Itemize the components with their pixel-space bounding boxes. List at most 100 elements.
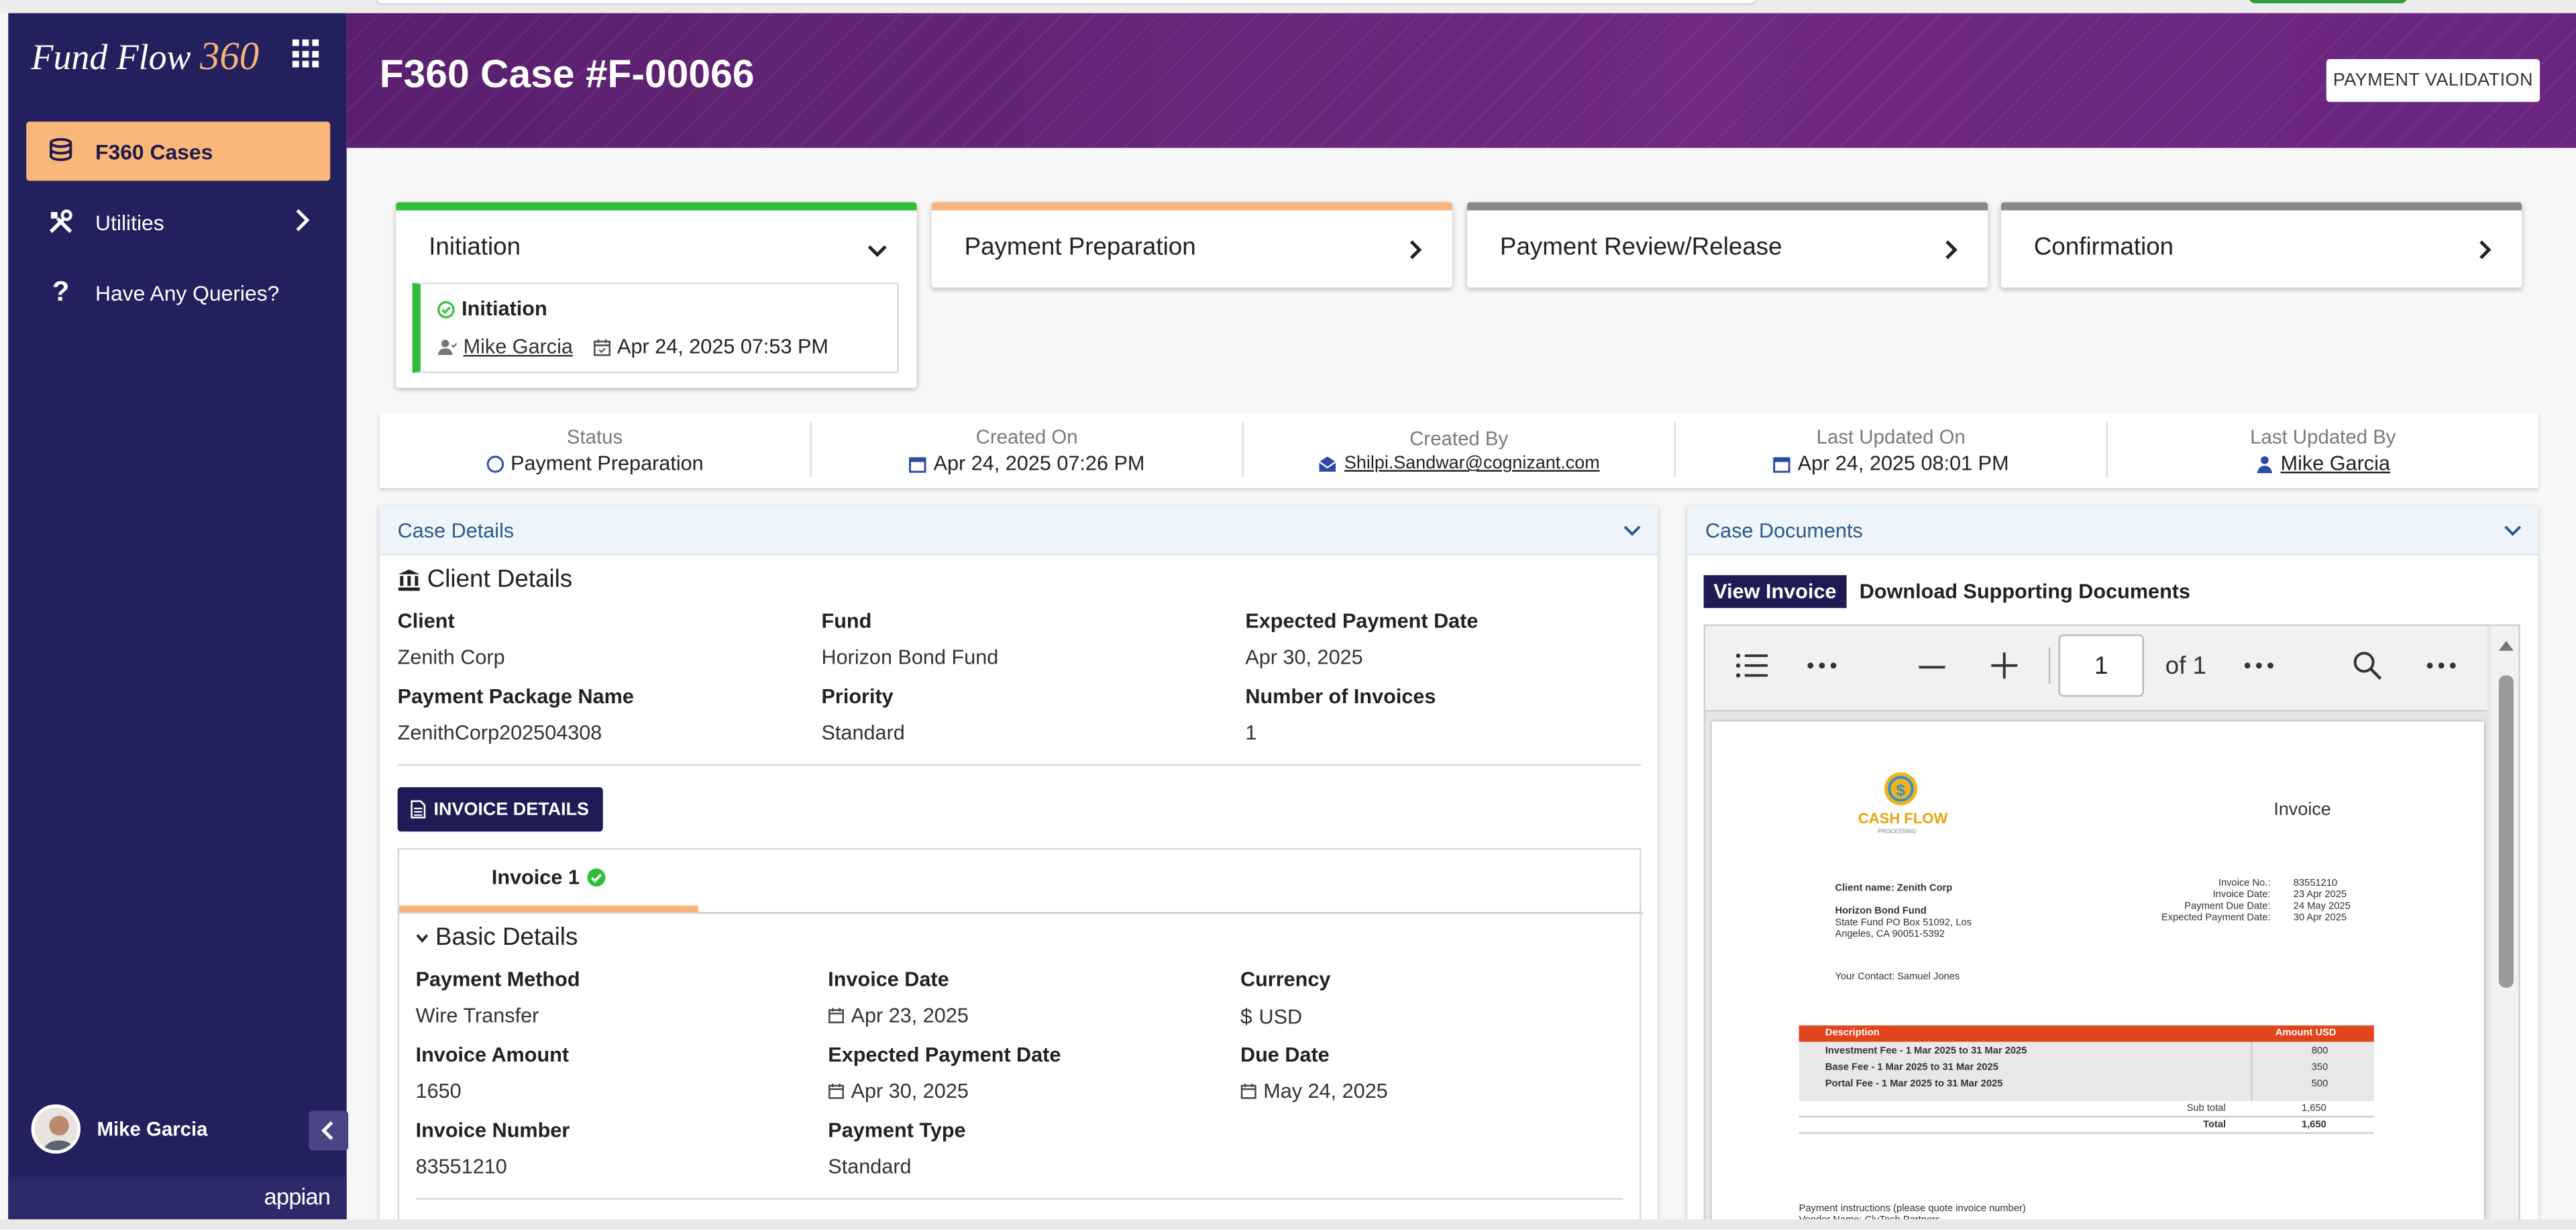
more-options-icon[interactable] <box>1807 662 1837 669</box>
search-icon[interactable] <box>2353 651 2382 680</box>
created-by-link[interactable]: Shilpi.Sandwar@cognizant.com <box>1344 454 1600 473</box>
outline-icon[interactable] <box>1735 652 1768 678</box>
page-title: F360 Case #F-00066 <box>379 52 755 97</box>
collapse-sidebar-button[interactable] <box>309 1111 349 1151</box>
basic-details-toggle[interactable]: Basic Details <box>416 923 578 952</box>
brand-footer: appian <box>8 1176 347 1220</box>
last-updated-by-link[interactable]: Mike Garcia <box>2281 452 2390 474</box>
fund-label: Fund <box>821 609 872 633</box>
initiation-title: Initiation <box>462 297 547 321</box>
initiation-datetime: Apr 24, 2025 07:53 PM <box>617 335 828 358</box>
stage-label: Initiation <box>429 233 521 262</box>
grid-icon[interactable] <box>292 39 322 69</box>
priority-label: Priority <box>821 685 894 709</box>
chevron-down-icon[interactable] <box>867 238 887 268</box>
invoice-details-button[interactable]: INVOICE DETAILS <box>397 787 602 832</box>
scroll-up-icon[interactable] <box>2497 639 2515 653</box>
page-header: F360 Case #F-00066 PAYMENT VALIDATION <box>346 13 2576 148</box>
case-details-header[interactable]: Case Details <box>379 506 1658 556</box>
doc-brand: CASH FLOW <box>1858 810 1948 827</box>
stage-payment-preparation[interactable]: Payment Preparation <box>931 202 1452 288</box>
doc-heading: Invoice <box>2273 800 2331 821</box>
stage-initiation[interactable]: Initiation Initiation Mike Garcia Apr 24… <box>396 202 917 388</box>
user-profile[interactable]: Mike Garcia <box>31 1104 207 1154</box>
stage-payment-review-release[interactable]: Payment Review/Release <box>1466 202 1988 288</box>
invoice-number-value: 83551210 <box>415 1155 507 1178</box>
zoom-in-icon[interactable] <box>1991 652 2018 679</box>
pdf-scrollbar[interactable] <box>2490 626 2519 1229</box>
chevron-right-icon <box>1409 238 1423 268</box>
expected-payment-date-label: Expected Payment Date <box>828 1043 1061 1067</box>
doc-meta-values: 83551210 23 Apr 2025 24 May 2025 30 Apr … <box>2293 879 2351 924</box>
due-date-label: Due Date <box>1240 1043 1330 1067</box>
chevron-right-icon <box>2479 238 2493 268</box>
initiation-user-link[interactable]: Mike Garcia <box>464 336 573 358</box>
expected-payment-date-label: Expected Payment Date <box>1245 609 1479 633</box>
priority-value: Standard <box>821 721 905 745</box>
case-documents-header[interactable]: Case Documents <box>1687 506 2538 556</box>
summary-status: Status Payment Preparation <box>380 422 812 478</box>
stage-confirmation[interactable]: Confirmation <box>2000 202 2522 288</box>
payment-type-value: Standard <box>828 1155 912 1178</box>
calendar-icon <box>909 456 926 472</box>
payment-method-label: Payment Method <box>415 968 580 991</box>
sidebar-item-queries[interactable]: ? Have Any Queries? <box>26 263 330 322</box>
payment-validation-button[interactable]: PAYMENT VALIDATION <box>2326 59 2540 102</box>
sidebar-item-utilities[interactable]: Utilities <box>26 193 330 252</box>
app-logo[interactable]: Fund Flow 360 <box>32 36 260 81</box>
bottom-edge <box>0 1219 2576 1229</box>
zoom-out-icon[interactable] <box>1919 666 1945 669</box>
scrollbar-thumb[interactable] <box>2498 675 2514 988</box>
more-options-icon[interactable] <box>2426 662 2456 669</box>
user-icon <box>2257 455 2273 473</box>
invoice-date-field: Apr 23, 2025 <box>828 1004 969 1027</box>
chevron-down-icon <box>416 933 429 942</box>
payment-method-value: Wire Transfer <box>415 1004 539 1027</box>
coins-icon <box>26 138 95 164</box>
tab-view-invoice[interactable]: View Invoice <box>1703 575 1847 609</box>
stage-label: Payment Preparation <box>964 233 1196 262</box>
calendar-icon <box>1773 456 1791 472</box>
calendar-icon <box>828 1008 844 1023</box>
chevron-down-icon[interactable] <box>2504 519 2522 542</box>
page-number-input[interactable]: 1 <box>2058 634 2144 697</box>
circle-outline-icon <box>486 454 504 472</box>
dollar-icon: $ <box>1240 1004 1252 1029</box>
divider <box>415 1198 1623 1200</box>
tab-download-supporting-documents[interactable]: Download Supporting Documents <box>1860 580 2190 603</box>
more-options-icon[interactable] <box>2244 662 2273 669</box>
case-documents-panel: Case Documents View Invoice Download Sup… <box>1687 506 2538 1229</box>
doc-contact: Your Contact: Samuel Jones <box>1835 972 1960 983</box>
appian-logo: appian <box>264 1183 331 1210</box>
expected-payment-date-field: Apr 30, 2025 <box>828 1080 969 1103</box>
doc-address-1: State Fund PO Box 51092, Los <box>1835 918 1972 929</box>
payment-package-label: Payment Package Name <box>397 685 634 709</box>
app-root: Fund Flow 360 F360 Cases Utilities ? Hav… <box>0 0 2576 1229</box>
check-circle-icon <box>437 300 455 318</box>
chevron-down-icon[interactable] <box>1623 519 1642 542</box>
calendar-icon <box>1240 1083 1256 1099</box>
chevron-right-icon <box>294 209 310 237</box>
document-icon <box>411 800 426 819</box>
case-summary-strip: Status Payment Preparation Created On Ap… <box>379 412 2538 489</box>
payment-package-value: ZenithCorp202504308 <box>397 721 602 745</box>
calendar-icon <box>828 1083 844 1099</box>
sidebar-item-f360-cases[interactable]: F360 Cases <box>26 121 331 181</box>
invoice-tabs-container: Invoice 1 Basic Details Payment Method W… <box>397 848 1644 1226</box>
fund-value: Horizon Bond Fund <box>821 646 999 669</box>
browser-strip <box>0 0 2576 13</box>
tools-icon <box>26 209 95 235</box>
number-of-invoices-value: 1 <box>1245 721 1257 745</box>
divider <box>397 764 1642 766</box>
address-bar[interactable] <box>374 0 1758 5</box>
initiation-detail-card: Initiation Mike Garcia Apr 24, 2025 07:5… <box>412 283 899 373</box>
bank-icon <box>398 568 420 591</box>
tab-invoice-1[interactable]: Invoice 1 <box>399 850 698 913</box>
pdf-toolbar: 1 of 1 <box>1705 626 2487 712</box>
browser-action-pill[interactable] <box>2249 0 2407 3</box>
check-circle-filled-icon <box>586 868 605 887</box>
stage-label: Payment Review/Release <box>1499 233 1782 262</box>
number-of-invoices-label: Number of Invoices <box>1245 685 1436 709</box>
doc-address-2: Angeles, CA 90051-5392 <box>1835 930 1945 940</box>
doc-fund-line: Horizon Bond Fund <box>1835 907 1927 917</box>
